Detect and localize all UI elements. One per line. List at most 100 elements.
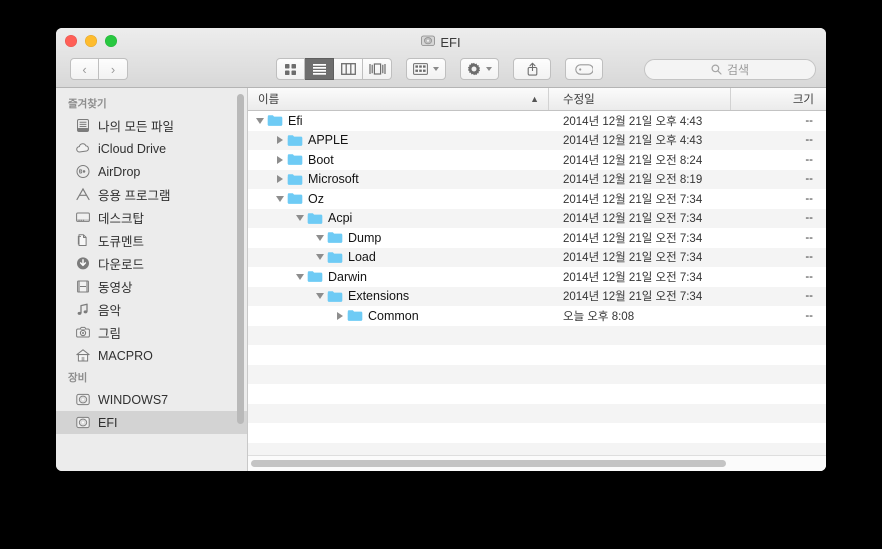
file-name-label: Common <box>368 308 419 323</box>
file-name-label: Oz <box>308 191 324 206</box>
file-size-cell: -- <box>805 212 813 225</box>
action-button[interactable] <box>460 58 499 80</box>
window-body: 즐겨찾기 나의 모든 파일 iCloud Drive AirDrop 응용 프로그램 데스… <box>56 88 826 471</box>
finder-window: EFI ‹ › 검색 즐겨찾기 나의 모든 파일 iCloud Drive Ai… <box>56 28 826 471</box>
file-name-label: APPLE <box>308 133 349 148</box>
folder-icon <box>287 192 303 205</box>
table-row[interactable]: Darwin 2014년 12월 21일 오전 7:34 -- <box>248 267 826 287</box>
search-field[interactable]: 검색 <box>644 58 816 80</box>
file-name-label: Dump <box>348 230 382 245</box>
window-titlebar: EFI ‹ › 검색 <box>56 28 826 88</box>
column-header-date[interactable]: 수정일 <box>549 88 731 110</box>
sidebar-list: 즐겨찾기 나의 모든 파일 iCloud Drive AirDrop 응용 프로그램 데스… <box>56 88 247 434</box>
navigation-buttons: ‹ › <box>70 58 128 80</box>
file-name-cell: Oz <box>248 192 549 206</box>
table-row[interactable]: Oz 2014년 12월 21일 오전 7:34 -- <box>248 189 826 209</box>
file-date-cell: 2014년 12월 21일 오전 7:34 <box>563 213 703 226</box>
sidebar-item-icloud-drive[interactable]: iCloud Drive <box>56 137 247 160</box>
sidebar-scrollbar[interactable] <box>237 94 244 424</box>
icon-view-button[interactable] <box>276 58 305 80</box>
disclosure-triangle-collapsed-icon[interactable] <box>273 155 287 164</box>
disclosure-triangle-expanded-icon[interactable] <box>293 215 307 222</box>
sidebar-item-label: MACPRO <box>98 348 153 363</box>
disclosure-triangle-expanded-icon[interactable] <box>273 195 287 202</box>
airdrop-icon <box>75 164 91 180</box>
file-size-cell: -- <box>805 192 813 205</box>
disclosure-triangle-expanded-icon[interactable] <box>253 117 267 124</box>
icon-view-icon <box>285 63 296 75</box>
share-button[interactable] <box>513 58 551 80</box>
sidebar-item-다운로드[interactable]: 다운로드 <box>56 252 247 275</box>
file-name-label: Efi <box>288 113 303 128</box>
disclosure-triangle-expanded-icon[interactable] <box>313 254 327 261</box>
column-view-icon <box>340 63 356 75</box>
file-size-cell: -- <box>805 173 813 186</box>
sidebar-item-label: 데스크탑 <box>98 212 145 226</box>
file-name-cell: Dump <box>248 231 549 245</box>
disclosure-triangle-expanded-icon[interactable] <box>293 273 307 280</box>
column-view-button[interactable] <box>334 58 363 80</box>
table-row[interactable]: Load 2014년 12월 21일 오전 7:34 -- <box>248 247 826 267</box>
triangle-glyph <box>316 234 324 241</box>
folder-icon <box>307 212 323 225</box>
folder-icon <box>327 231 343 244</box>
chevron-left-icon: ‹ <box>82 61 87 77</box>
sidebar-item-label: 다운로드 <box>98 258 145 272</box>
arrange-button[interactable] <box>406 58 446 80</box>
home-icon <box>75 348 91 364</box>
table-row[interactable]: Boot 2014년 12월 21일 오전 8:24 -- <box>248 150 826 170</box>
sidebar-item-label: iCloud Drive <box>98 141 167 156</box>
horizontal-scrollbar[interactable] <box>248 455 826 471</box>
coverflow-view-button[interactable] <box>363 58 392 80</box>
hard-drive-icon <box>75 415 91 431</box>
file-date-cell: 2014년 12월 21일 오전 7:34 <box>563 291 703 304</box>
sidebar-item-응용-프로그램[interactable]: 응용 프로그램 <box>56 183 247 206</box>
file-date-cell: 2014년 12월 21일 오전 8:19 <box>563 174 703 187</box>
sidebar-item-그림[interactable]: 그림 <box>56 321 247 344</box>
file-size-cell: -- <box>805 134 813 147</box>
finder-toolbar: ‹ › 검색 <box>56 52 826 86</box>
tag-button[interactable] <box>565 58 603 80</box>
sidebar-item-나의-모든-파일[interactable]: 나의 모든 파일 <box>56 114 247 137</box>
list-view-button[interactable] <box>305 58 334 80</box>
desktop-icon <box>75 210 91 226</box>
table-row[interactable]: Dump 2014년 12월 21일 오전 7:34 -- <box>248 228 826 248</box>
disclosure-triangle-collapsed-icon[interactable] <box>273 136 287 145</box>
sidebar-item-windows7[interactable]: WINDOWS7 <box>56 388 247 411</box>
disclosure-triangle-collapsed-icon[interactable] <box>273 175 287 184</box>
sidebar-item-도큐멘트[interactable]: 도큐멘트 <box>56 229 247 252</box>
sidebar-item-label: 응용 프로그램 <box>98 189 171 203</box>
table-row[interactable]: Microsoft 2014년 12월 21일 오전 8:19 -- <box>248 169 826 189</box>
table-row[interactable]: Extensions 2014년 12월 21일 오전 7:34 -- <box>248 286 826 306</box>
file-name-label: Extensions <box>348 289 410 304</box>
sidebar-item-동영상[interactable]: 동영상 <box>56 275 247 298</box>
table-row[interactable]: Acpi 2014년 12월 21일 오전 7:34 -- <box>248 208 826 228</box>
table-row[interactable]: Common 오늘 오후 8:08 -- <box>248 306 826 326</box>
disclosure-triangle-expanded-icon[interactable] <box>313 293 327 300</box>
sidebar-item-label: EFI <box>98 415 118 430</box>
file-date-cell: 2014년 12월 21일 오전 7:34 <box>563 252 703 265</box>
column-header-size[interactable]: 크기 <box>731 88 826 110</box>
disclosure-triangle-expanded-icon[interactable] <box>313 234 327 241</box>
folder-icon <box>327 290 343 303</box>
horizontal-scrollbar-thumb[interactable] <box>251 460 726 467</box>
table-row[interactable]: APPLE 2014년 12월 21일 오후 4:43 -- <box>248 130 826 150</box>
file-list-pane: 이름 ▲ 수정일 크기 Efi 2014년 12월 21일 오후 4:43 -- AP… <box>248 88 826 471</box>
back-button[interactable]: ‹ <box>70 58 99 80</box>
table-row[interactable]: Efi 2014년 12월 21일 오후 4:43 -- <box>248 111 826 131</box>
sidebar-item-label: 동영상 <box>98 281 133 295</box>
column-header-name[interactable]: 이름 ▲ <box>248 88 549 110</box>
sidebar-item-efi[interactable]: EFI <box>56 411 247 434</box>
file-size-cell: -- <box>805 153 813 166</box>
forward-button[interactable]: › <box>99 58 128 80</box>
file-name-cell: Efi <box>248 114 549 128</box>
sidebar-item-label: 그림 <box>98 327 122 341</box>
sidebar-item-macpro[interactable]: MACPRO <box>56 344 247 367</box>
sidebar-item-데스크탑[interactable]: 데스크탑 <box>56 206 247 229</box>
file-size-cell: -- <box>805 309 813 322</box>
folder-icon <box>327 251 343 264</box>
sidebar-item-airdrop[interactable]: AirDrop <box>56 160 247 183</box>
disclosure-triangle-collapsed-icon[interactable] <box>333 311 347 320</box>
triangle-glyph <box>277 136 283 145</box>
sidebar-item-음악[interactable]: 음악 <box>56 298 247 321</box>
